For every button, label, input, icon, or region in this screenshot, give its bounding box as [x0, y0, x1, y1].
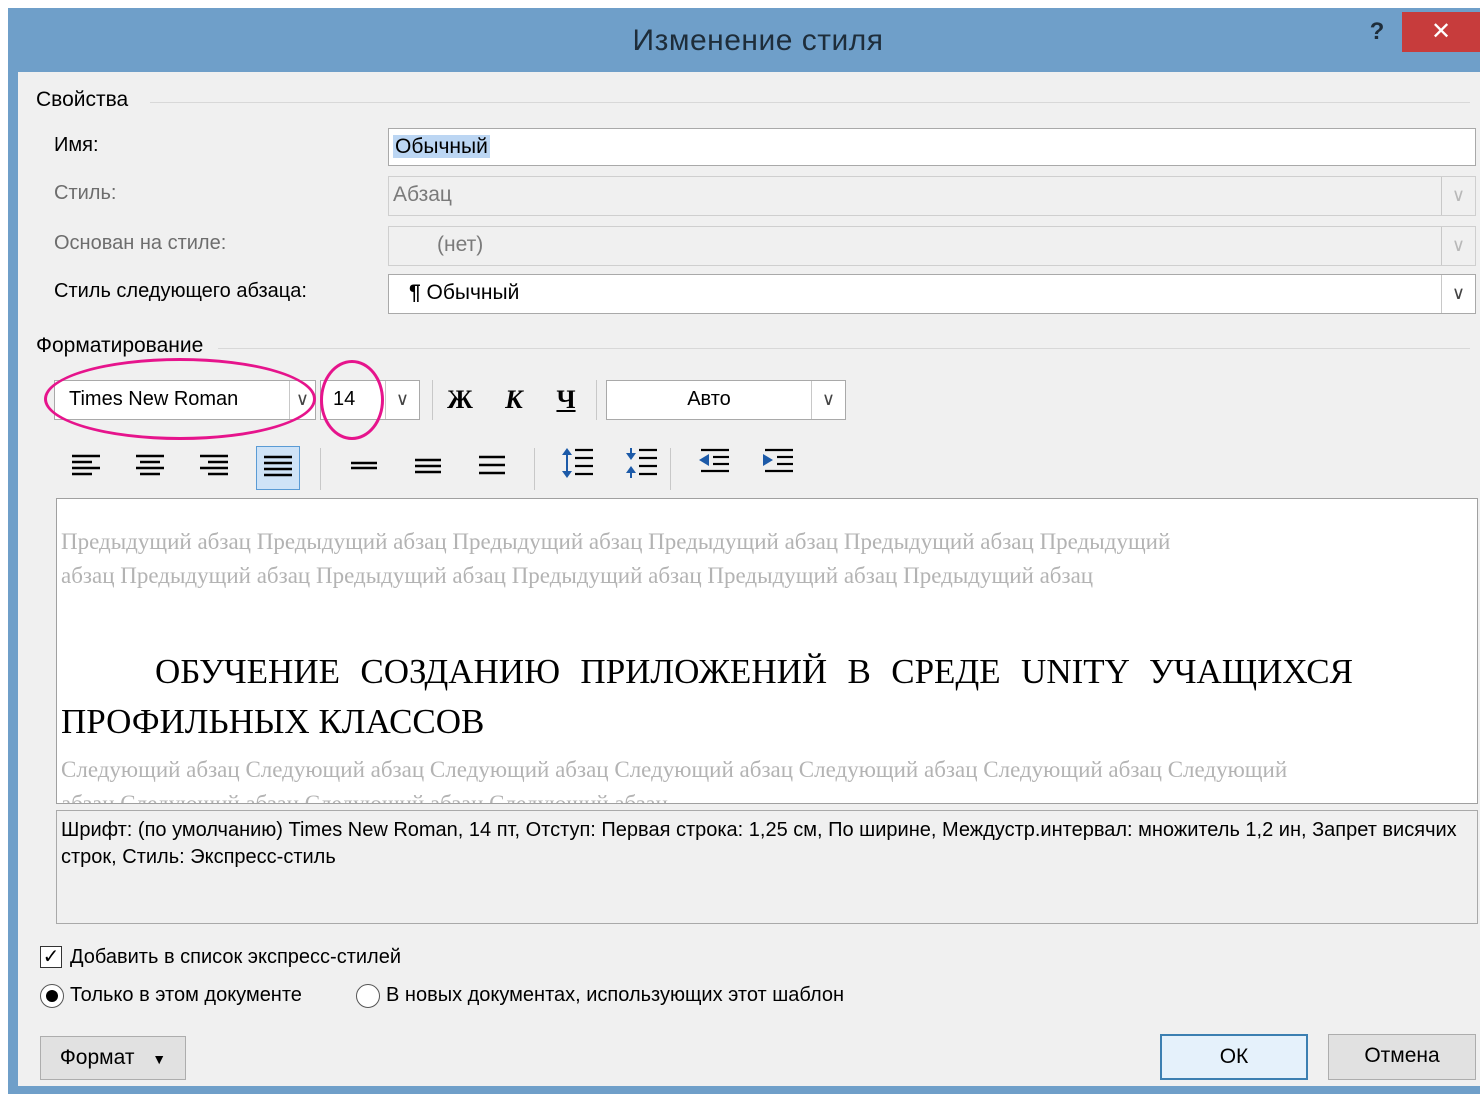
next-style-combo[interactable]: ¶ Обычный ∨: [388, 274, 1476, 314]
name-value: Обычный: [393, 135, 490, 158]
dialog-body: Свойства Имя: Обычный Стиль: Абзац ∨ Осн…: [18, 72, 1480, 1086]
dropdown-arrow-icon: ▼: [152, 1051, 167, 1067]
style-type-label: Стиль:: [54, 182, 117, 204]
separator: [320, 448, 321, 490]
one-half-spacing-icon[interactable]: [406, 446, 450, 490]
dialog-window: Изменение стиля ? ✕ Свойства Имя: Обычны…: [8, 8, 1480, 1094]
double-spacing-icon[interactable]: [470, 446, 514, 490]
based-on-value: (нет): [437, 233, 484, 256]
new-documents-label: В новых документах, использующих этот ша…: [386, 984, 845, 1006]
style-type-value: Абзац: [393, 183, 452, 206]
increase-indent-icon[interactable]: [756, 446, 800, 490]
single-spacing-icon[interactable]: [342, 446, 386, 490]
italic-button[interactable]: К: [492, 378, 536, 422]
properties-divider: [150, 102, 1470, 103]
only-this-document-label: Только в этом документе: [70, 984, 302, 1006]
name-input[interactable]: Обычный: [388, 128, 1476, 166]
radio-selected-dot: [46, 990, 58, 1002]
font-color-value: Авто: [687, 388, 731, 410]
separator: [670, 448, 671, 490]
chevron-down-icon: ∨: [1441, 227, 1475, 265]
align-right-icon[interactable]: [192, 446, 236, 490]
only-this-document-radio[interactable]: [40, 984, 64, 1008]
add-to-quick-styles-checkbox[interactable]: ✓: [40, 946, 62, 968]
chevron-down-icon: ∨: [1441, 275, 1475, 313]
decrease-indent-icon[interactable]: [692, 446, 736, 490]
add-to-quick-styles-label: Добавить в список экспресс-стилей: [70, 946, 401, 968]
based-on-combo[interactable]: (нет) ∨: [388, 226, 1476, 266]
separator: [534, 448, 535, 490]
chevron-down-icon: ∨: [811, 381, 845, 419]
paragraph-mark-icon: ¶: [409, 281, 421, 304]
formatting-group-label: Форматирование: [36, 334, 204, 357]
format-menu-button[interactable]: Формат ▼: [40, 1036, 186, 1080]
align-left-icon[interactable]: [64, 446, 108, 490]
highlight-circle-size: [320, 360, 384, 440]
next-style-value: Обычный: [426, 281, 520, 304]
underline-button[interactable]: Ч: [544, 378, 588, 422]
title-bar[interactable]: Изменение стиля ? ✕: [8, 8, 1480, 72]
ok-button[interactable]: ОК: [1160, 1034, 1308, 1080]
align-justify-icon[interactable]: [256, 446, 300, 490]
preview-next-paragraph: Следующий абзац Следующий абзац Следующи…: [61, 757, 1288, 804]
preview-sample-paragraph: ОБУЧЕНИЕ СОЗДАНИЮ ПРИЛОЖЕНИЙ В СРЕДЕ UNI…: [61, 652, 1353, 741]
highlight-circle-font: [44, 358, 316, 440]
align-center-icon[interactable]: [128, 446, 172, 490]
bold-button[interactable]: Ж: [438, 378, 482, 422]
separator: [596, 380, 597, 420]
space-before-icon[interactable]: [556, 446, 600, 490]
properties-group-label: Свойства: [36, 88, 129, 111]
format-button-label: Формат: [59, 1046, 135, 1069]
dialog-title: Изменение стиля: [632, 24, 884, 57]
based-on-label: Основан на стиле:: [54, 232, 227, 254]
style-description: Шрифт: (по умолчанию) Times New Roman, 1…: [56, 810, 1478, 924]
separator: [432, 380, 433, 420]
space-after-icon[interactable]: [620, 446, 664, 490]
help-button[interactable]: ?: [1362, 18, 1392, 48]
name-label: Имя:: [54, 134, 99, 156]
preview-previous-paragraph: Предыдущий абзац Предыдущий абзац Предыд…: [61, 529, 1171, 588]
chevron-down-icon: ∨: [385, 381, 419, 419]
cancel-button[interactable]: Отмена: [1328, 1034, 1476, 1080]
style-type-combo[interactable]: Абзац ∨: [388, 176, 1476, 216]
next-style-label: Стиль следующего абзаца:: [54, 280, 307, 302]
style-preview: Предыдущий абзац Предыдущий абзац Предыд…: [56, 498, 1478, 804]
formatting-divider: [218, 348, 1470, 349]
close-button[interactable]: ✕: [1402, 12, 1480, 52]
font-color-combo[interactable]: Авто ∨: [606, 380, 846, 420]
new-documents-radio[interactable]: [356, 984, 380, 1008]
chevron-down-icon: ∨: [1441, 177, 1475, 215]
